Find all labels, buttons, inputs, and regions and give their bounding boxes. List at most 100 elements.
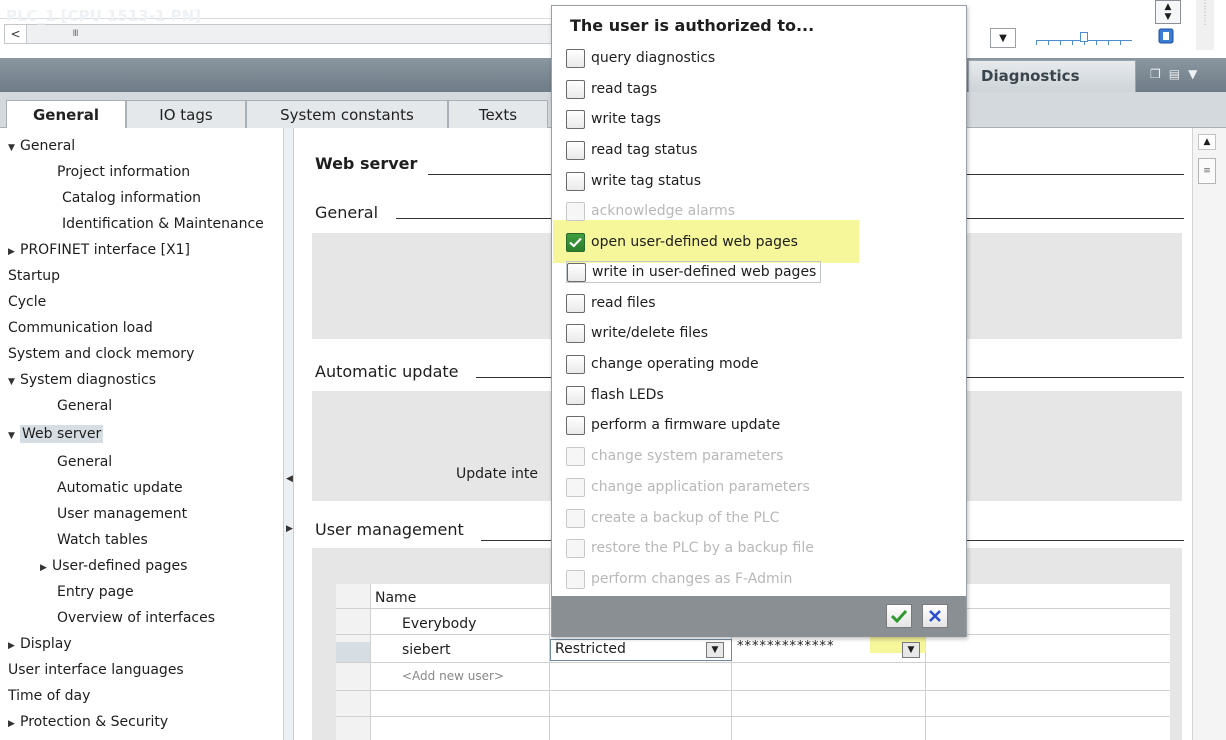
checkbox xyxy=(566,477,585,497)
checkbox[interactable] xyxy=(566,354,585,374)
permission-change-system-parameters: change system parameters xyxy=(566,445,783,467)
tab-diagnostics[interactable]: Diagnostics xyxy=(968,60,1136,92)
float-window-icon[interactable]: ❐ xyxy=(1150,67,1161,81)
side-panel-grip[interactable]: ⋮ ⋮ ⋮ xyxy=(1196,0,1214,50)
permission-write-user-defined-web-pages[interactable]: write in user-defined web pages xyxy=(566,261,822,283)
permission-read-tags[interactable]: read tags xyxy=(566,78,657,100)
nav-item-general[interactable]: ▼ General xyxy=(8,133,75,159)
chevron-down-icon[interactable]: ▼ xyxy=(706,642,724,658)
nav-item-system-clock-memory[interactable]: System and clock memory xyxy=(8,341,194,367)
cancel-button[interactable] xyxy=(922,604,948,628)
checkbox[interactable] xyxy=(566,140,585,160)
expand-right-icon[interactable]: ▶ xyxy=(286,524,293,534)
checkbox[interactable] xyxy=(566,171,585,191)
inspector-title: PLC_1 [CPU 1513-1 PN] xyxy=(6,7,202,25)
nav-item-startup[interactable]: Startup xyxy=(8,263,60,289)
chevron-down-icon[interactable]: ▼ xyxy=(1188,67,1197,81)
nav-item-user-defined-pages[interactable]: ▶ User-defined pages xyxy=(40,553,187,579)
permission-open-user-defined-web-pages[interactable]: open user-defined web pages xyxy=(566,231,798,253)
scroll-up-icon[interactable]: ▲ xyxy=(1198,134,1216,150)
checkbox[interactable] xyxy=(566,109,585,129)
tab-general[interactable]: General xyxy=(6,100,126,129)
access-level-select[interactable]: Restricted xyxy=(550,639,732,661)
nav-item-entry-page[interactable]: Entry page xyxy=(57,579,134,605)
confirm-button[interactable] xyxy=(886,604,912,628)
selected-row-marker[interactable] xyxy=(336,642,370,662)
checkbox[interactable] xyxy=(566,323,585,343)
permission-change-application-parameters: change application parameters xyxy=(566,476,810,498)
name-column-header[interactable]: Name xyxy=(375,590,416,606)
nav-item-project-information[interactable]: Project information xyxy=(57,159,190,185)
checkbox xyxy=(566,201,585,221)
nav-item-profinet-interface[interactable]: ▶ PROFINET interface [X1] xyxy=(8,237,190,263)
permission-query-diagnostics[interactable]: query diagnostics xyxy=(566,47,715,69)
user-name-cell[interactable]: Everybody xyxy=(402,616,476,632)
collapse-left-icon[interactable]: ◀ xyxy=(286,474,293,484)
checkbox[interactable] xyxy=(566,293,585,313)
nav-item-watch-tables[interactable]: Watch tables xyxy=(57,527,148,553)
collapsed-icon[interactable]: ▶ xyxy=(40,555,52,581)
permission-read-files[interactable]: read files xyxy=(566,292,656,314)
vertical-scrollbar[interactable] xyxy=(1192,128,1226,740)
nav-item-web-server-general[interactable]: General xyxy=(57,449,112,475)
permission-write-tags[interactable]: write tags xyxy=(566,108,661,130)
expanded-icon[interactable]: ▼ xyxy=(8,369,20,395)
permission-write-tag-status[interactable]: write tag status xyxy=(566,170,701,192)
user-management-heading: User management xyxy=(315,520,464,539)
expanded-icon[interactable]: ▼ xyxy=(8,135,20,161)
scroll-thumb[interactable]: ≡ xyxy=(1198,158,1216,184)
minimize-icon[interactable]: ▤ xyxy=(1169,67,1180,81)
popup-title: The user is authorized to... xyxy=(570,16,815,35)
general-heading: General xyxy=(315,203,379,222)
horizontal-scrollbar[interactable]: < III xyxy=(4,24,552,44)
tab-io-tags[interactable]: IO tags xyxy=(126,100,246,128)
nav-item-web-server[interactable]: ▼ Web server xyxy=(8,421,104,449)
nav-item-communication-load[interactable]: Communication load xyxy=(8,315,153,341)
user-name-cell[interactable]: siebert xyxy=(402,642,451,658)
checkbox[interactable] xyxy=(566,48,585,68)
permission-flash-leds[interactable]: flash LEDs xyxy=(566,384,664,406)
permission-read-tag-status[interactable]: read tag status xyxy=(566,139,697,161)
zoom-slider[interactable] xyxy=(1036,30,1132,46)
collapsed-icon[interactable]: ▶ xyxy=(8,633,20,659)
nav-item-user-management[interactable]: User management xyxy=(57,501,187,527)
nav-item-cycle[interactable]: Cycle xyxy=(8,289,46,315)
nav-item-catalog-information[interactable]: Catalog information xyxy=(62,185,201,211)
navigate-arrows-icon[interactable]: ▲ ▼ xyxy=(1155,0,1181,24)
pane-splitter[interactable] xyxy=(284,128,294,740)
chevron-down-icon[interactable]: ▼ xyxy=(990,28,1016,48)
nav-item-user-interface-languages[interactable]: User interface languages xyxy=(8,657,184,683)
tab-system-constants[interactable]: System constants xyxy=(246,100,448,128)
checkbox[interactable] xyxy=(566,385,585,405)
collapsed-icon[interactable]: ▶ xyxy=(8,711,20,737)
nav-item-automatic-update[interactable]: Automatic update xyxy=(57,475,183,501)
nav-item-time-of-day[interactable]: Time of day xyxy=(8,683,90,709)
device-view-icon[interactable] xyxy=(1156,26,1178,46)
permission-write-delete-files[interactable]: write/delete files xyxy=(566,322,708,344)
permission-restore-backup: restore the PLC by a backup file xyxy=(566,537,814,559)
nav-item-identification-maintenance[interactable]: Identification & Maintenance xyxy=(62,211,264,237)
nav-item-overview-of-interfaces[interactable]: Overview of interfaces xyxy=(57,605,215,631)
checkbox xyxy=(566,446,585,466)
collapsed-icon[interactable]: ▶ xyxy=(8,239,20,265)
permissions-dropdown-button[interactable]: ▼ xyxy=(902,642,920,658)
checkbox[interactable] xyxy=(567,262,586,282)
permission-change-operating-mode[interactable]: change operating mode xyxy=(566,353,759,375)
permission-firmware-update[interactable]: perform a firmware update xyxy=(566,414,780,436)
nav-item-system-diagnostics[interactable]: ▼ System diagnostics xyxy=(8,367,156,393)
nav-item-protection-security[interactable]: ▶ Protection & Security xyxy=(8,709,168,735)
checkbox[interactable] xyxy=(566,79,585,99)
permission-create-backup: create a backup of the PLC xyxy=(566,507,779,529)
checkbox xyxy=(566,569,585,589)
add-new-user-cell[interactable]: <Add new user> xyxy=(402,669,504,683)
tab-texts[interactable]: Texts xyxy=(448,100,548,128)
password-field[interactable]: ************* xyxy=(737,639,835,654)
web-server-heading: Web server xyxy=(315,154,418,173)
scroll-thumb-grip-icon[interactable]: III xyxy=(65,28,85,40)
checkbox-checked[interactable] xyxy=(566,232,585,252)
expanded-icon[interactable]: ▼ xyxy=(8,423,20,449)
checkbox[interactable] xyxy=(566,415,585,435)
nav-item-system-diagnostics-general[interactable]: General xyxy=(57,393,112,419)
nav-item-display[interactable]: ▶ Display xyxy=(8,631,72,657)
scroll-left-icon[interactable]: < xyxy=(5,25,27,43)
